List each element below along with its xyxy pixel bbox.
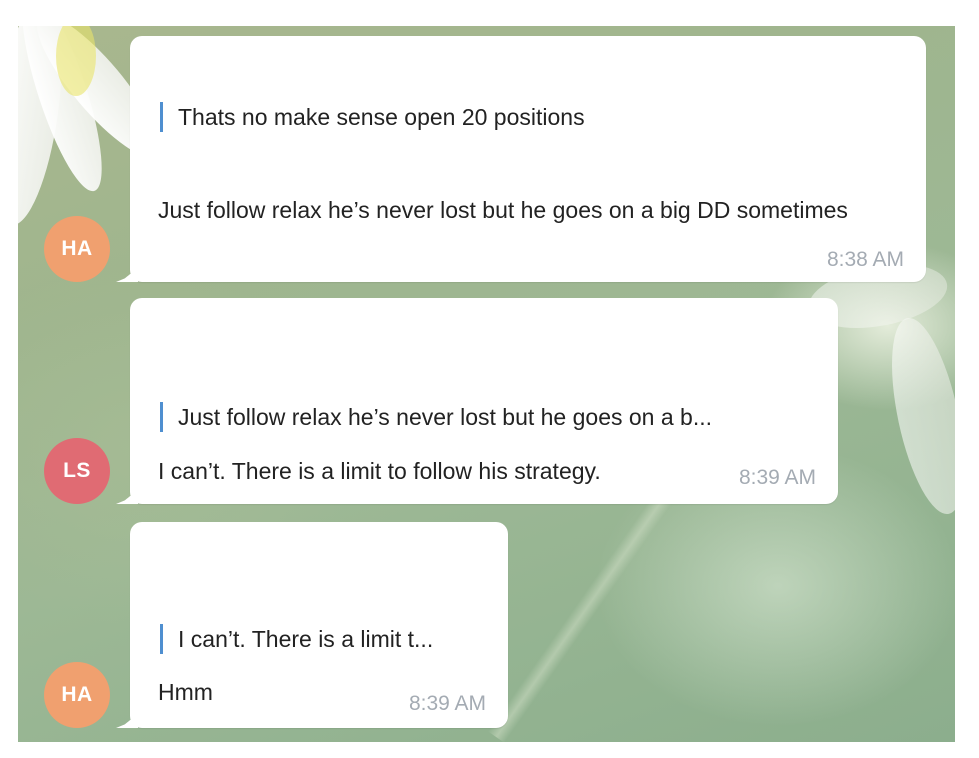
message-text: Just follow relax he’s never lost but he… (158, 197, 848, 223)
reply-quote[interactable]: Just follow relax he’s never lost but he… (160, 402, 712, 432)
message-bubble[interactable]: Thats no make sense open 20 positions Ju… (116, 36, 926, 282)
chat-area: HA Thats no make sense open 20 positions… (18, 26, 955, 742)
message-bubble[interactable]: Just follow relax he’s never lost but he… (116, 298, 838, 504)
reply-quote[interactable]: I can’t. There is a limit t... (160, 624, 433, 654)
message-time: 8:38 AM (826, 248, 904, 271)
bubble-tail (116, 486, 138, 504)
bubble-tail (116, 264, 138, 282)
avatar[interactable]: HA (44, 662, 110, 728)
message-text: I can’t. There is a limit to follow his … (158, 458, 601, 484)
reply-quote[interactable]: Thats no make sense open 20 positions (160, 102, 585, 132)
message-bubble[interactable]: I can’t. There is a limit t... Hmm 8:39 … (116, 522, 508, 728)
avatar[interactable]: LS (44, 438, 110, 504)
avatar[interactable]: HA (44, 216, 110, 282)
bubble-tail (116, 710, 138, 728)
message-time: 8:39 AM (738, 466, 816, 489)
message-text: Hmm (158, 679, 213, 705)
message-time: 8:39 AM (408, 692, 486, 715)
